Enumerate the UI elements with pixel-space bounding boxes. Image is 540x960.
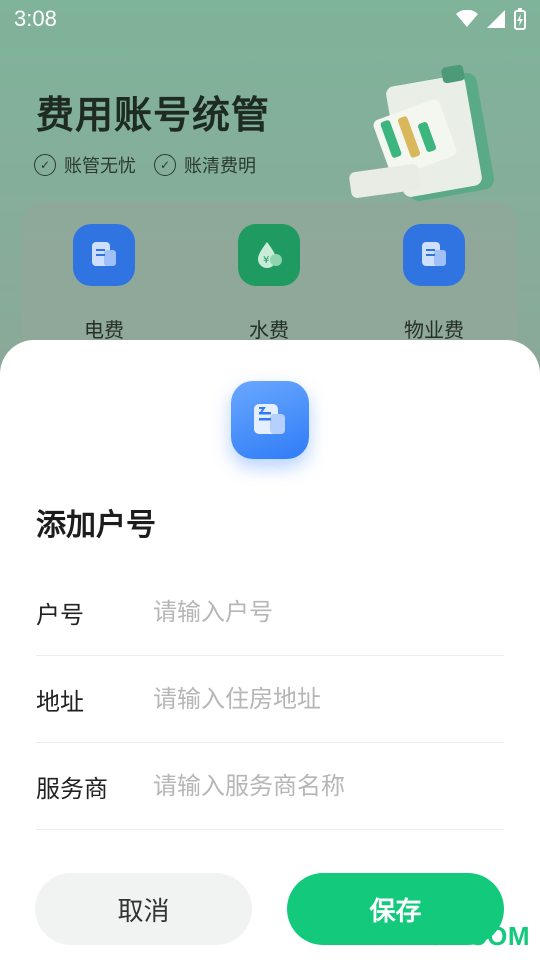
- field-label: 户号: [36, 600, 84, 629]
- hero-tag-label: 账清费明: [184, 156, 256, 177]
- status-icons: [456, 8, 526, 30]
- hero-title: 费用账号统管: [36, 93, 271, 137]
- service-label: 物业费: [404, 318, 464, 342]
- bill-doc-icon: [231, 381, 309, 459]
- service-item-electricity[interactable]: 电费: [44, 224, 164, 343]
- bill-doc-icon: [403, 224, 465, 286]
- svg-text:¥: ¥: [263, 255, 269, 266]
- status-bar: 3:08: [0, 0, 540, 38]
- bill-doc-icon: [73, 224, 135, 286]
- watermark: ITMOP.COM: [378, 921, 530, 951]
- hero-tag-label: 账管无忧: [64, 156, 136, 177]
- account-number-input[interactable]: [151, 597, 504, 627]
- hero-tag: ✓ 账清费明: [154, 152, 256, 178]
- service-item-property[interactable]: 物业费: [374, 224, 494, 343]
- account-number-row: 户号: [36, 569, 504, 656]
- wifi-icon: [456, 10, 478, 27]
- service-label: 电费: [84, 318, 124, 342]
- water-drop-yuan-icon: ¥: [238, 224, 300, 286]
- signal-icon: [487, 10, 505, 28]
- service-item-water[interactable]: ¥ 水费: [209, 224, 329, 343]
- service-label: 水费: [249, 318, 289, 342]
- hero-tag: ✓ 账管无忧: [34, 152, 136, 178]
- status-time: 3:08: [14, 6, 57, 31]
- provider-row: 服务商: [36, 743, 504, 830]
- dialog-title: 添加户号: [36, 508, 156, 543]
- cancel-button[interactable]: 取消: [35, 873, 252, 945]
- check-circle-icon: ✓: [154, 154, 176, 176]
- hero-tags: ✓ 账管无忧 ✓ 账清费明: [34, 152, 256, 178]
- address-input[interactable]: [151, 684, 504, 714]
- provider-input[interactable]: [151, 771, 504, 801]
- add-account-sheet: 添加户号 户号 地址 服务商 取消 保存: [0, 340, 540, 960]
- battery-charging-icon: [514, 8, 526, 30]
- address-row: 地址: [36, 656, 504, 743]
- field-label: 地址: [36, 687, 84, 716]
- bill-illustration-icon: [349, 64, 495, 201]
- field-label: 服务商: [36, 774, 108, 803]
- check-circle-icon: ✓: [34, 154, 56, 176]
